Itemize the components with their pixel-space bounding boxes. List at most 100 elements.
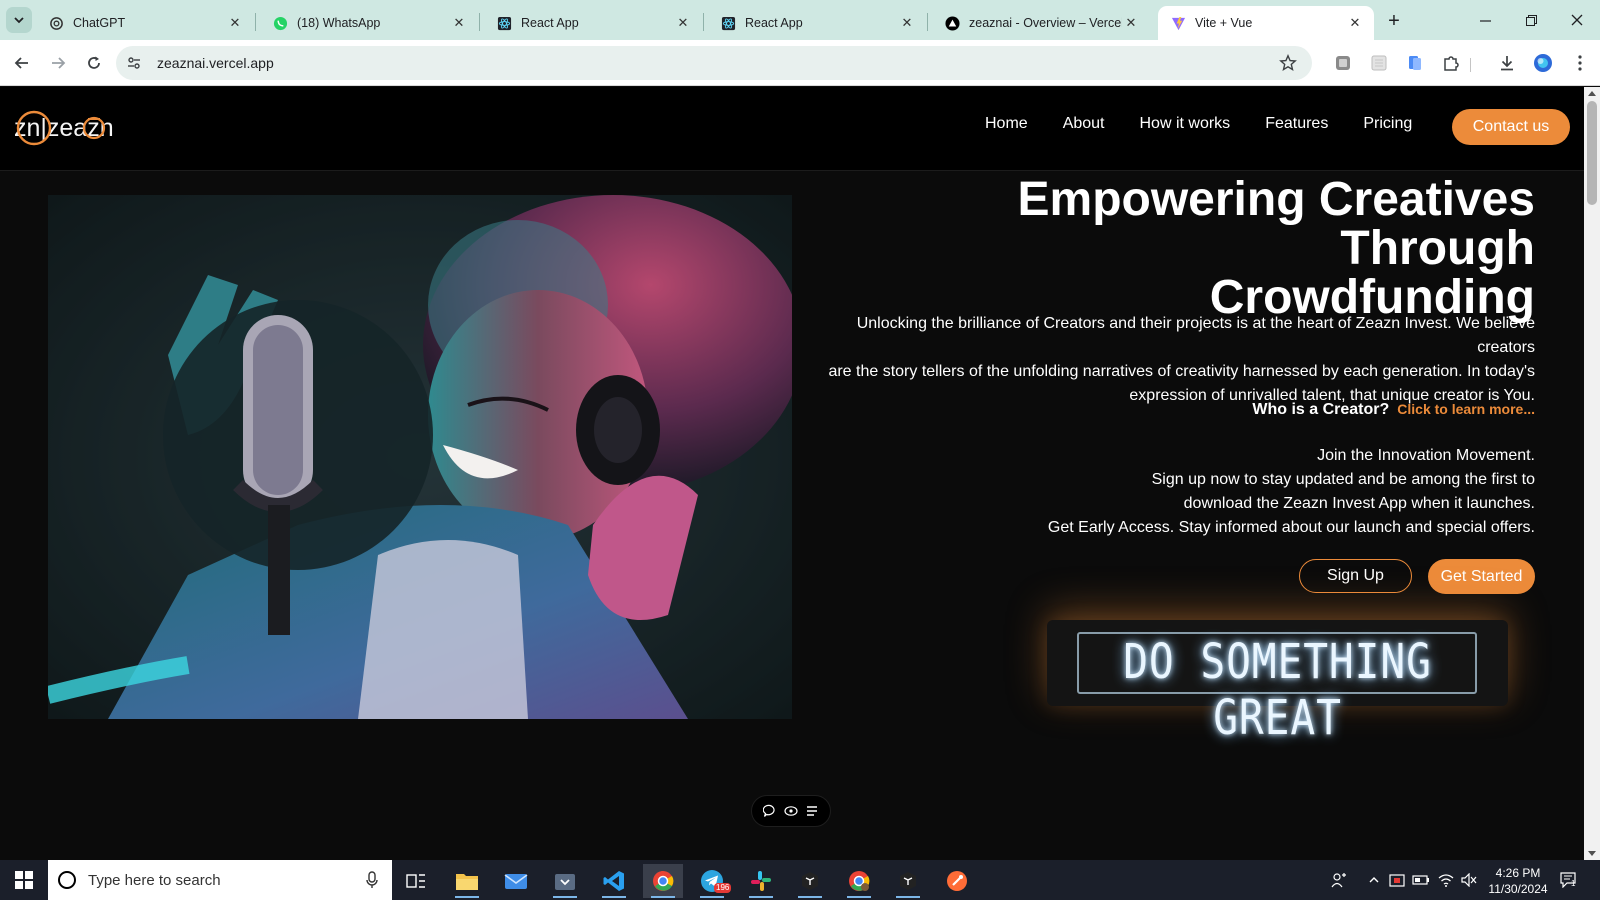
new-tab-button[interactable]: + (1382, 9, 1406, 33)
people-icon[interactable] (1330, 870, 1348, 890)
close-icon[interactable]: ✕ (450, 14, 468, 32)
back-button[interactable] (9, 50, 35, 76)
address-bar[interactable]: zeaznai.vercel.app (116, 46, 1312, 80)
headline-line: Empowering Creatives Through (1017, 173, 1536, 275)
chrome-profile-icon[interactable] (839, 864, 879, 898)
close-window-button[interactable] (1554, 6, 1600, 34)
slack-icon[interactable] (741, 864, 781, 898)
close-icon[interactable]: ✕ (226, 14, 244, 32)
system-clock[interactable]: 4:26 PM 11/30/2024 (1483, 865, 1553, 897)
restore-button[interactable] (1508, 6, 1554, 34)
tab-vite-vue[interactable]: Vite + Vue ✕ (1158, 6, 1374, 40)
tab-search-button[interactable] (6, 7, 32, 33)
chatgpt-icon (48, 15, 64, 31)
profile-avatar[interactable] (1533, 53, 1553, 73)
notification-center-icon[interactable]: 1 (1558, 870, 1580, 890)
taskbar-search[interactable]: Type here to search (48, 860, 392, 900)
minimize-button[interactable] (1462, 6, 1508, 34)
get-started-button[interactable]: Get Started (1428, 559, 1535, 594)
eye-icon[interactable] (782, 802, 800, 820)
vscode-icon[interactable] (594, 864, 634, 898)
clock-time: 4:26 PM (1495, 866, 1541, 880)
tab-react-app-1[interactable]: React App ✕ (484, 6, 702, 40)
nav-pricing[interactable]: Pricing (1363, 115, 1412, 133)
nav-about[interactable]: About (1063, 115, 1105, 133)
chrome-icon[interactable] (643, 864, 683, 898)
whatsapp-icon (272, 15, 288, 31)
running-indicator (847, 896, 871, 898)
site-logo[interactable]: zn|zeazn (14, 109, 134, 149)
react-icon (496, 15, 512, 31)
join-line: Join the Innovation Movement. (1317, 447, 1535, 464)
browser-toolbar: zeaznai.vercel.app (0, 40, 1600, 86)
telegram-icon[interactable]: 196 (692, 864, 732, 898)
tab-label: ChatGPT (73, 16, 126, 30)
scroll-down-arrow[interactable] (1588, 851, 1596, 856)
close-icon[interactable]: ✕ (674, 14, 692, 32)
nav-how-it-works[interactable]: How it works (1140, 115, 1231, 133)
security-tray-icon[interactable] (1388, 870, 1406, 890)
wifi-icon[interactable] (1437, 870, 1455, 890)
close-icon[interactable]: ✕ (898, 14, 916, 32)
more-menu-icon[interactable] (1570, 53, 1590, 73)
close-icon[interactable]: ✕ (1122, 14, 1140, 32)
extension-icon[interactable] (1405, 53, 1425, 73)
arrow-left-icon (14, 57, 28, 69)
chevron-down-icon (14, 17, 24, 24)
close-icon[interactable]: ✕ (1346, 14, 1364, 32)
page-scrollbar[interactable] (1584, 87, 1600, 860)
primary-nav: Home About How it works Features Pricing (985, 115, 1447, 133)
tab-react-app-2[interactable]: React App ✕ (708, 6, 926, 40)
nav-home[interactable]: Home (985, 115, 1028, 133)
battery-icon[interactable] (1412, 870, 1430, 890)
scrollbar-thumb[interactable] (1587, 101, 1597, 205)
vite-icon (1170, 15, 1186, 31)
description-line: Unlocking the brilliance of Creators and… (856, 315, 1535, 356)
react-icon (720, 15, 736, 31)
url-text: zeaznai.vercel.app (157, 55, 274, 71)
sign-up-button[interactable]: Sign Up (1299, 559, 1412, 593)
task-view-icon[interactable] (396, 864, 436, 898)
bookmark-star-icon[interactable] (1278, 53, 1298, 73)
list-icon[interactable] (803, 802, 821, 820)
microphone-icon[interactable] (364, 871, 380, 889)
forward-button[interactable] (45, 50, 71, 76)
arrow-right-icon (52, 57, 66, 69)
tab-label: React App (521, 16, 579, 30)
nav-features[interactable]: Features (1265, 115, 1328, 133)
app-icon[interactable] (888, 864, 928, 898)
postman-icon[interactable] (937, 864, 977, 898)
hero-headline: Empowering Creatives Through Crowdfundin… (815, 173, 1536, 322)
tab-label: zeaznai - Overview – Vercel (969, 16, 1122, 30)
join-line: download the Zeazn Invest App when it la… (1183, 495, 1535, 512)
tab-vercel[interactable]: zeaznai - Overview – Vercel ✕ (932, 6, 1150, 40)
mail-icon[interactable] (496, 864, 536, 898)
site-info-icon[interactable] (124, 53, 144, 73)
comment-icon[interactable] (761, 802, 779, 820)
tab-divider (479, 13, 480, 31)
download-icon[interactable] (1497, 53, 1517, 73)
join-line: Sign up now to stay updated and be among… (1151, 471, 1535, 488)
join-line: Get Early Access. Stay informed about ou… (1047, 519, 1535, 536)
start-button[interactable] (0, 860, 48, 900)
chevron-up-icon[interactable] (1365, 870, 1383, 890)
contact-us-button[interactable]: Contact us (1452, 109, 1570, 145)
clock-date: 11/30/2024 (1488, 882, 1548, 896)
reload-button[interactable] (81, 50, 107, 76)
tab-chatgpt[interactable]: ChatGPT ✕ (36, 6, 254, 40)
extension-icon[interactable] (1333, 53, 1353, 73)
store-icon[interactable] (545, 864, 585, 898)
volume-muted-icon[interactable] (1460, 870, 1478, 890)
hero-description: Unlocking the brilliance of Creators and… (795, 312, 1535, 408)
description-line: are the story tellers of the unfolding n… (828, 363, 1535, 380)
extension-icon[interactable] (1369, 53, 1389, 73)
notification-badge: 196 (714, 883, 732, 893)
file-explorer-icon[interactable] (447, 864, 487, 898)
puzzle-icon[interactable] (1441, 53, 1461, 73)
learn-more-link[interactable]: Click to learn more... (1397, 401, 1535, 417)
search-icon (58, 871, 76, 889)
app-icon[interactable] (790, 864, 830, 898)
hero-image (48, 195, 792, 719)
scroll-up-arrow[interactable] (1588, 91, 1596, 96)
tab-whatsapp[interactable]: (18) WhatsApp ✕ (260, 6, 478, 40)
